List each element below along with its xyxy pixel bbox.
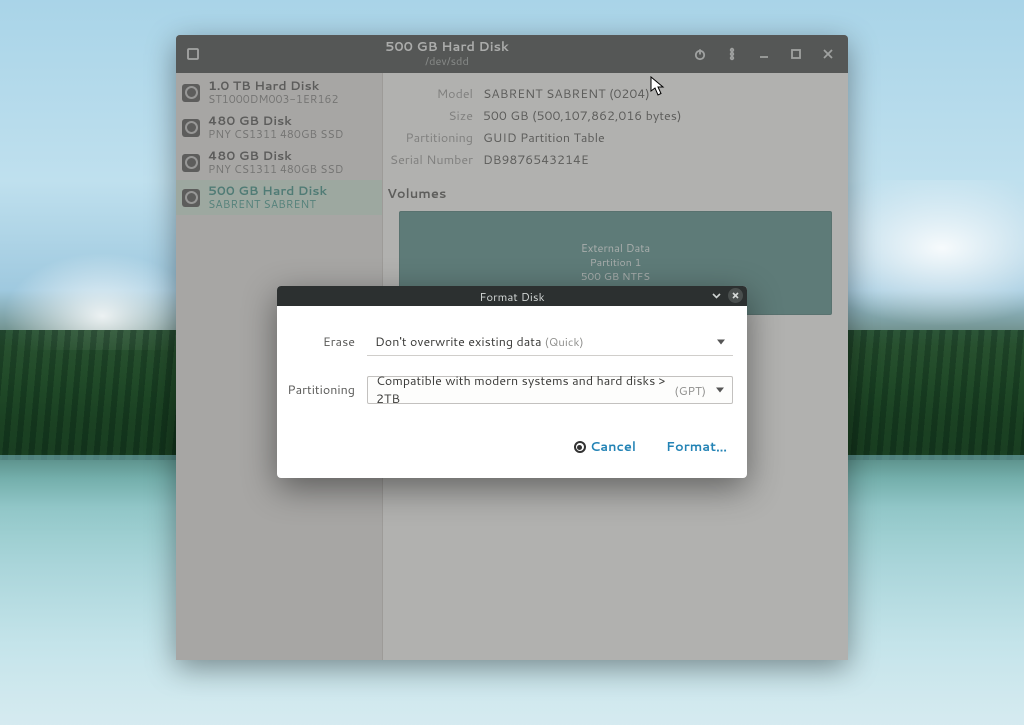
erase-value: Don't overwrite existing data: [375, 333, 542, 351]
power-icon[interactable]: [684, 35, 716, 73]
disk-model: PNY CS1311 480GB SSD: [208, 163, 343, 176]
volumes-heading: Volumes: [387, 185, 832, 203]
disk-model: PNY CS1311 480GB SSD: [208, 128, 343, 141]
maximize-button[interactable]: [780, 35, 812, 73]
volume-partition-label: Partition 1: [581, 256, 650, 270]
app-menu-button[interactable]: [176, 47, 210, 61]
disk-model: ST1000DM003-1ER162: [208, 93, 338, 106]
chevron-down-icon[interactable]: [709, 288, 724, 303]
sidebar-disk-item[interactable]: 480 GB Disk PNY CS1311 480GB SSD: [176, 145, 382, 180]
partitioning-dropdown[interactable]: Compatible with modern systems and hard …: [367, 376, 733, 404]
dialog-titlebar: Format Disk: [277, 286, 747, 306]
volume-name: External Data: [581, 241, 650, 256]
titlebar: 500 GB Hard Disk /dev/sdd: [176, 35, 848, 73]
erase-label: Erase: [287, 333, 367, 351]
window-subtitle: /dev/sdd: [210, 55, 684, 68]
sidebar-disk-item[interactable]: 1.0 TB Hard Disk ST1000DM003-1ER162: [176, 75, 382, 110]
minimize-button[interactable]: [748, 35, 780, 73]
caret-down-icon: [716, 388, 724, 393]
sidebar-disk-item-selected[interactable]: 500 GB Hard Disk SABRENT SABRENT: [176, 180, 382, 215]
hard-disk-icon: [182, 84, 200, 102]
kebab-menu-icon[interactable]: [716, 35, 748, 73]
label-size: Size: [387, 107, 483, 125]
value-model: SABRENT SABRENT (0204): [483, 85, 650, 103]
value-partitioning: GUID Partition Table: [483, 129, 605, 147]
disk-model: SABRENT SABRENT: [208, 198, 327, 211]
volume-filesystem: 500 GB NTFS: [581, 270, 650, 284]
partitioning-value: Compatible with modern systems and hard …: [376, 372, 671, 408]
partitioning-label: Partitioning: [287, 381, 367, 399]
hard-disk-icon: [182, 119, 200, 137]
close-button[interactable]: [812, 35, 844, 73]
dialog-close-button[interactable]: [728, 288, 743, 303]
partitioning-suffix: (GPT): [674, 382, 706, 399]
dialog-title-text: Format Disk: [479, 288, 544, 305]
erase-dropdown[interactable]: Don't overwrite existing data (Quick): [367, 328, 733, 356]
cancel-label: Cancel: [590, 438, 636, 456]
value-serial: DB9876543214E: [483, 151, 589, 169]
format-button[interactable]: Format…: [666, 438, 727, 456]
label-partitioning: Partitioning: [387, 129, 483, 147]
label-model: Model: [387, 85, 483, 103]
cancel-button[interactable]: Cancel: [574, 438, 636, 456]
hard-disk-icon: [182, 189, 200, 207]
caret-down-icon: [717, 339, 725, 344]
format-label: Format…: [666, 438, 727, 456]
hard-disk-icon: [182, 154, 200, 172]
radio-indicator-icon: [574, 441, 586, 453]
value-size: 500 GB (500,107,862,016 bytes): [483, 107, 682, 125]
label-serial: Serial Number: [387, 151, 483, 169]
erase-suffix: (Quick): [545, 333, 584, 350]
sidebar-disk-item[interactable]: 480 GB Disk PNY CS1311 480GB SSD: [176, 110, 382, 145]
desktop-wallpaper: 500 GB Hard Disk /dev/sdd: [0, 0, 1024, 725]
format-disk-dialog: Format Disk Erase Don't overwrite existi…: [277, 286, 747, 478]
